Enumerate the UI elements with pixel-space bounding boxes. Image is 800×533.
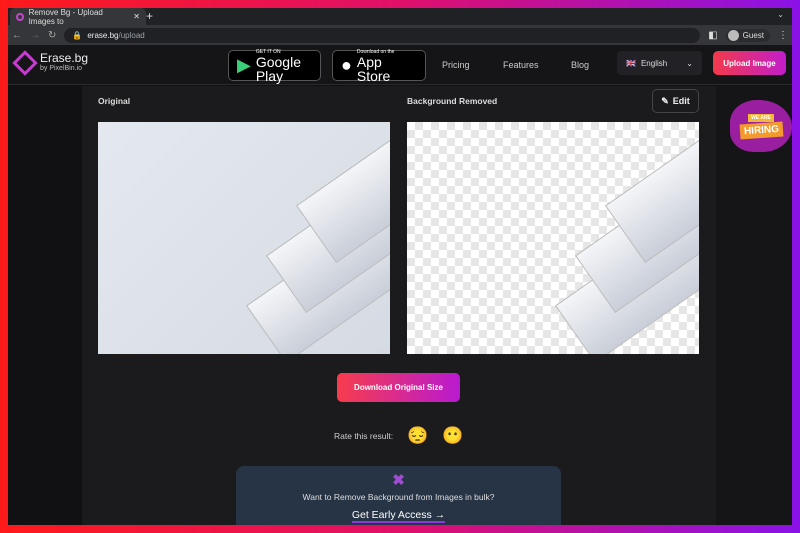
url-path: /upload [118, 30, 145, 40]
edit-button[interactable]: ✎ Edit [652, 89, 699, 113]
tab-search-chevron-icon[interactable]: ⌄ [777, 10, 784, 19]
nav-features[interactable]: Features [503, 60, 539, 70]
bulk-question: Want to Remove Background from Images in… [302, 492, 495, 502]
rating-row: Rate this result: 😔 😶 [334, 426, 463, 446]
avatar-icon [727, 29, 739, 41]
browser-tab[interactable]: Remove Bg - Upload Images to ✕ [10, 8, 146, 26]
get-early-access-link[interactable]: Get Early Access → [351, 509, 446, 523]
language-label: English [640, 58, 668, 68]
upload-image-button[interactable]: Upload Image [713, 51, 786, 75]
bulk-banner: ✖ Want to Remove Background from Images … [236, 466, 561, 525]
profile-button[interactable]: Guest [725, 28, 770, 42]
side-panel-icon[interactable]: ◧ [708, 30, 717, 41]
apple-icon: ● [341, 55, 352, 75]
logo-sub: by PixelBin.io [40, 65, 83, 72]
nav-blog[interactable]: Blog [571, 60, 589, 70]
rate-label: Rate this result: [334, 431, 394, 441]
language-select[interactable]: 🇬🇧 English ⌄ [617, 51, 702, 75]
new-tab-icon[interactable]: + [146, 9, 153, 23]
lock-icon: 🔒 [72, 30, 83, 40]
google-play-icon: ▶ [237, 55, 251, 75]
removed-label: Background Removed [407, 96, 498, 106]
uk-flag-icon: 🇬🇧 [626, 58, 636, 68]
hiring-label: HIRING [739, 121, 783, 140]
neutral-emoji-button[interactable]: 😶 [442, 426, 463, 446]
nav-pricing[interactable]: Pricing [442, 60, 470, 70]
hiring-badge[interactable]: WE ARE HIRING [730, 100, 792, 152]
chevron-down-icon: ⌄ [686, 58, 693, 68]
app-store-button[interactable]: ● Download on the App Store [332, 49, 426, 84]
sad-emoji-button[interactable]: 😔 [407, 426, 428, 446]
background-removed-image [407, 122, 699, 354]
url-domain: erase.bg [87, 30, 119, 40]
logo[interactable]: Erase.bg by PixelBin.io [12, 50, 89, 76]
reload-icon[interactable]: ↻ [48, 30, 56, 41]
apple-big: App Store [356, 53, 391, 84]
profile-label: Guest [742, 30, 764, 40]
browser-window: Remove Bg - Upload Images to ✕ + ⌄ ← → ↻ 🔒 e… [8, 8, 792, 525]
site-header: Erase.bg by PixelBin.io ▶ GET IT ON Google … [8, 45, 792, 85]
back-icon[interactable]: ← [12, 30, 22, 41]
google-big: Google Play [255, 53, 301, 84]
original-label: Original [98, 96, 131, 106]
favicon-icon [16, 12, 24, 21]
menu-icon[interactable]: ⋮ [778, 30, 788, 41]
logo-icon [12, 50, 38, 76]
tab-bar: Remove Bg - Upload Images to ✕ + ⌄ [8, 8, 792, 26]
tab-title: Remove Bg - Upload Images to [28, 8, 103, 26]
download-original-button[interactable]: Download Original Size [337, 373, 460, 402]
original-image [98, 122, 390, 354]
url-input[interactable]: 🔒 erase.bg/upload [64, 27, 701, 43]
forward-icon[interactable]: → [30, 30, 40, 41]
hiring-badge-top: WE ARE [748, 114, 774, 122]
close-tab-icon[interactable]: ✕ [133, 12, 140, 21]
pencil-icon: ✎ [661, 95, 669, 106]
logo-name: Erase.bg [40, 51, 89, 65]
right-sidebar: WE ARE HIRING [716, 86, 792, 525]
address-bar-row: ← → ↻ 🔒 erase.bg/upload ◧ Guest ⋮ [8, 25, 792, 45]
bulk-icon: ✖ [392, 472, 405, 489]
google-play-button[interactable]: ▶ GET IT ON Google Play [228, 49, 321, 84]
main-content: Original Background Removed ✎ Edit Downlo… [82, 86, 716, 525]
edit-label: Edit [672, 96, 690, 106]
